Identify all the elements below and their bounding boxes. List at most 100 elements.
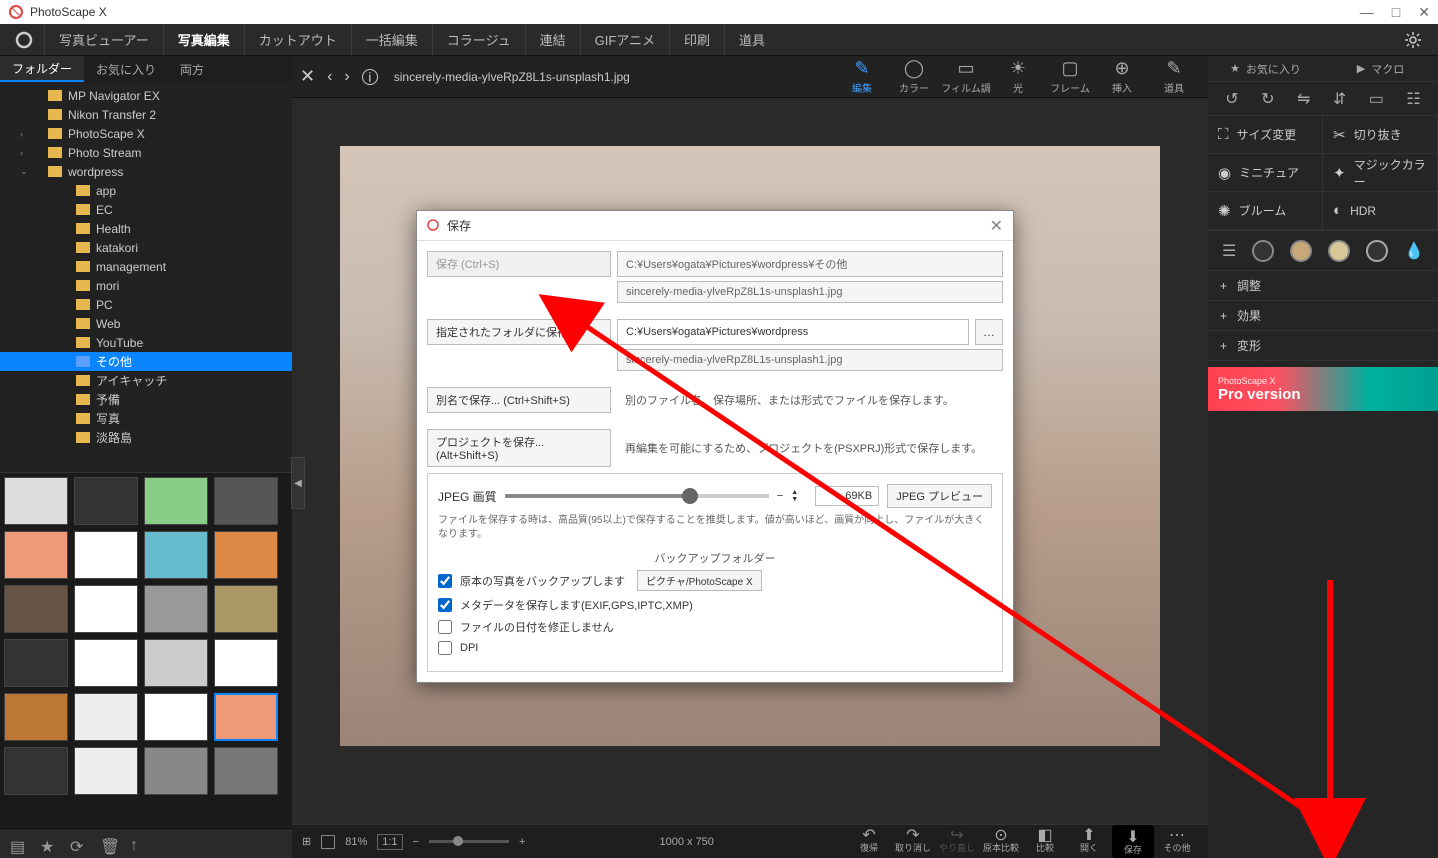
settings-gear-icon[interactable] (1392, 24, 1434, 55)
dialog-close-icon[interactable]: ✕ (990, 216, 1003, 236)
preset-list-icon[interactable]: ☰ (1222, 241, 1236, 261)
sub-tab-2[interactable]: 両方 (168, 56, 216, 82)
dpi-checkbox[interactable] (438, 641, 452, 655)
maximize-button[interactable]: □ (1392, 4, 1400, 21)
save-as-button[interactable]: 別名で保存... (Ctrl+Shift+S) (427, 387, 611, 413)
folder-management[interactable]: management (0, 257, 292, 276)
expand-効果[interactable]: +効果 (1208, 301, 1438, 331)
tool-サイズ変更[interactable]: ⛶サイズ変更 (1208, 116, 1323, 154)
folder-app[interactable]: app (0, 181, 292, 200)
folder-Photo Stream[interactable]: ›Photo Stream (0, 143, 292, 162)
straighten-icon[interactable]: ▭ (1369, 89, 1384, 109)
folder-Web[interactable]: Web (0, 314, 292, 333)
main-tab-3[interactable]: 一括編集 (351, 24, 432, 55)
main-tab-7[interactable]: 印刷 (669, 24, 724, 55)
zoom-ratio[interactable]: 1:1 (377, 834, 402, 850)
main-tab-6[interactable]: GIFアニメ (580, 24, 669, 55)
info-icon[interactable]: i (362, 69, 378, 85)
thumbnail-5[interactable] (74, 531, 138, 579)
keep-date-checkbox[interactable] (438, 620, 452, 634)
bottom-action-比較[interactable]: ◧比較 (1024, 825, 1066, 858)
thumbnail-18[interactable] (144, 693, 208, 741)
folder-写真[interactable]: 写真 (0, 409, 292, 428)
folder-PC[interactable]: PC (0, 295, 292, 314)
quality-stepper[interactable]: ▲▼ (791, 489, 807, 503)
jpeg-quality-slider[interactable] (505, 494, 769, 498)
tool-HDR[interactable]: ◐HDR (1323, 192, 1438, 230)
main-tab-0[interactable]: 写真ビューアー (44, 24, 163, 55)
thumbnail-11[interactable] (214, 585, 278, 633)
refresh-icon[interactable]: ⟳ (70, 837, 86, 853)
edit-tool-フィルム調[interactable]: ▭フィルム調 (940, 56, 992, 97)
expand-調整[interactable]: +調整 (1208, 271, 1438, 301)
thumbnail-2[interactable] (144, 477, 208, 525)
bottom-action-開く[interactable]: ⬆開く (1068, 825, 1110, 858)
save-metadata-checkbox[interactable] (438, 598, 452, 612)
bounds-icon[interactable] (321, 835, 335, 849)
zoom-percent[interactable]: 81% (345, 836, 367, 848)
grid-icon[interactable]: ☷ (1406, 89, 1420, 109)
folder-予備[interactable]: 予備 (0, 390, 292, 409)
thumbnail-1[interactable] (74, 477, 138, 525)
thumbnail-0[interactable] (4, 477, 68, 525)
grid-snap-icon[interactable]: ⊞ (302, 835, 311, 848)
expand-変形[interactable]: +変形 (1208, 331, 1438, 361)
thumbnail-17[interactable] (74, 693, 138, 741)
folder-mori[interactable]: mori (0, 276, 292, 295)
main-tab-1[interactable]: 写真編集 (163, 24, 244, 55)
thumbnail-3[interactable] (214, 477, 278, 525)
thumbnail-23[interactable] (214, 747, 278, 795)
thumbnail-10[interactable] (144, 585, 208, 633)
folder-Health[interactable]: Health (0, 219, 292, 238)
sub-tab-1[interactable]: お気に入り (84, 56, 168, 82)
preset-circle-2[interactable] (1290, 240, 1312, 262)
cancel-icon[interactable]: ✕ (300, 66, 315, 87)
thumbnail-4[interactable] (4, 531, 68, 579)
folder-アイキャッチ[interactable]: アイキャッチ (0, 371, 292, 390)
thumbnail-7[interactable] (214, 531, 278, 579)
rotate-cw-icon[interactable]: ↻ (1261, 89, 1274, 109)
thumbnail-12[interactable] (4, 639, 68, 687)
edit-tool-光[interactable]: ☀光 (992, 56, 1044, 97)
specified-folder-path[interactable]: C:¥Users¥ogata¥Pictures¥wordpress (617, 319, 969, 345)
edit-tool-カラー[interactable]: ◯カラー (888, 56, 940, 97)
thumbnail-6[interactable] (144, 531, 208, 579)
up-arrow-icon[interactable]: ↑ (130, 837, 146, 853)
preset-drop-icon[interactable]: 💧 (1404, 241, 1424, 261)
thumbnail-13[interactable] (74, 639, 138, 687)
preset-circle-3[interactable] (1328, 240, 1350, 262)
close-button[interactable]: ✕ (1418, 4, 1430, 21)
flip-h-icon[interactable]: ⇋ (1297, 89, 1310, 109)
backup-original-checkbox[interactable] (438, 574, 452, 588)
edit-tool-挿入[interactable]: ⊕挿入 (1096, 56, 1148, 97)
macro-tab[interactable]: ▶ マクロ (1323, 61, 1438, 77)
tool-ミニチュア[interactable]: ◉ミニチュア (1208, 154, 1323, 192)
zoom-in-icon[interactable]: + (519, 836, 525, 848)
folder-YouTube[interactable]: YouTube (0, 333, 292, 352)
collapse-left-icon[interactable]: ◀ (291, 457, 305, 509)
bottom-action-その他[interactable]: ⋯その他 (1156, 825, 1198, 858)
main-tab-4[interactable]: コラージュ (432, 24, 525, 55)
tool-切り抜き[interactable]: ✂切り抜き (1323, 116, 1438, 154)
folder-Nikon Transfer 2[interactable]: Nikon Transfer 2 (0, 105, 292, 124)
star-icon[interactable]: ★ (40, 837, 56, 853)
browse-folder-button[interactable]: … (975, 319, 1003, 345)
thumbnail-16[interactable] (4, 693, 68, 741)
home-icon[interactable] (4, 24, 44, 55)
edit-tool-道具[interactable]: ✎道具 (1148, 56, 1200, 97)
folder-wordpress[interactable]: ⌄wordpress (0, 162, 292, 181)
tool-マジックカラー[interactable]: ✦マジックカラー (1323, 154, 1438, 192)
slider-minus-icon[interactable]: − (777, 490, 783, 502)
edit-tool-編集[interactable]: ✎編集 (836, 56, 888, 97)
save-project-button[interactable]: プロジェクトを保存... (Alt+Shift+S) (427, 429, 611, 467)
thumbnail-8[interactable] (4, 585, 68, 633)
rotate-ccw-icon[interactable]: ↺ (1225, 89, 1238, 109)
specified-folder-button[interactable]: 指定されたフォルダに保存 (427, 319, 611, 345)
zoom-out-icon[interactable]: − (413, 836, 419, 848)
thumbnail-15[interactable] (214, 639, 278, 687)
prev-icon[interactable]: ‹ (327, 68, 332, 86)
trash-icon[interactable]: 🗑 (100, 837, 116, 853)
tool-ブルーム[interactable]: ✺ブルーム (1208, 192, 1323, 230)
bottom-action-復帰[interactable]: ↶復帰 (848, 825, 890, 858)
bottom-action-保存[interactable]: ⬇保存 (1112, 825, 1154, 858)
